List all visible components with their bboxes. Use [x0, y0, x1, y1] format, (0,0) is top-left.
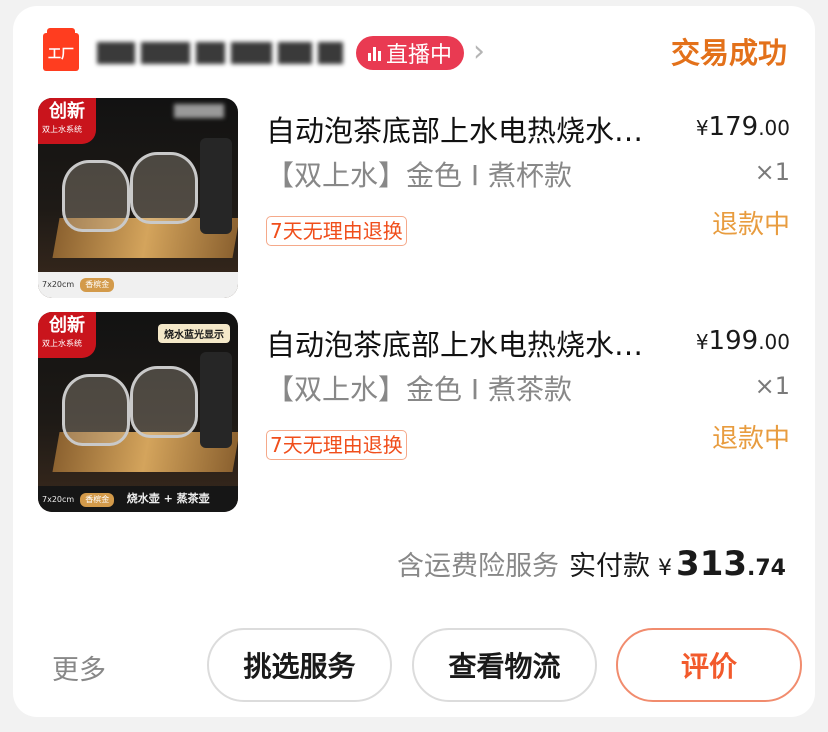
- thumb-badge: 烧水蓝光显示: [158, 324, 230, 343]
- kettle-image: [62, 160, 130, 232]
- total-amount: 313: [676, 544, 748, 584]
- order-item[interactable]: 创新 双上水系统 烧水蓝光显示 7x20cm 香槟金 烧水壶 + 蒸茶壶 自动泡茶底…: [38, 312, 790, 512]
- shipping-insurance-text: 含运费险服务: [397, 551, 560, 582]
- live-badge[interactable]: 直播中: [356, 36, 464, 70]
- more-link[interactable]: 更多: [52, 648, 106, 687]
- select-service-button[interactable]: 挑选服务: [207, 628, 392, 702]
- paid-label: 实付款: [569, 551, 651, 582]
- item-title[interactable]: 自动泡茶底部上水电热烧水…: [266, 322, 686, 364]
- live-bars-icon: [367, 45, 381, 61]
- order-card: 工厂 直播中 › 交易成功 创新 双上水系统 7x20cm 香槟金 自动泡茶底部上水…: [13, 6, 815, 717]
- shop-logo-text: 工厂: [47, 46, 74, 62]
- item-title[interactable]: 自动泡茶底部上水电热烧水…: [266, 108, 686, 150]
- product-thumbnail[interactable]: 创新 双上水系统 烧水蓝光显示 7x20cm 香槟金 烧水壶 + 蒸茶壶: [38, 312, 238, 512]
- shop-logo[interactable]: 工厂: [43, 28, 79, 71]
- thumb-footer: 7x20cm 香槟金: [38, 272, 238, 298]
- refund-status[interactable]: 退款中: [712, 418, 790, 455]
- item-quantity: ×1: [754, 372, 790, 400]
- live-badge-label: 直播中: [385, 43, 452, 68]
- product-thumbnail[interactable]: 创新 双上水系统 7x20cm 香槟金: [38, 98, 238, 298]
- kettle-image: [130, 366, 198, 438]
- thumb-footer: 7x20cm 香槟金 烧水壶 + 蒸茶壶: [38, 486, 238, 512]
- review-button[interactable]: 评价: [616, 628, 802, 702]
- chevron-right-icon[interactable]: ›: [473, 34, 485, 69]
- view-logistics-button[interactable]: 查看物流: [412, 628, 597, 702]
- shop-name-redacted[interactable]: [97, 34, 343, 72]
- item-spec: 【双上水】金色 I 煮杯款: [266, 159, 573, 192]
- kettle-image: [62, 374, 130, 446]
- item-price: ¥179.00: [695, 112, 790, 142]
- thumb-control-panel: [200, 352, 232, 448]
- return-policy-tag: 7天无理由退换: [266, 216, 407, 246]
- return-policy-tag: 7天无理由退换: [266, 430, 407, 460]
- refund-status[interactable]: 退款中: [712, 204, 790, 241]
- thumb-tag: 创新 双上水系统: [38, 98, 96, 144]
- order-status: 交易成功: [670, 36, 787, 70]
- item-quantity: ×1: [754, 158, 790, 186]
- item-spec: 【双上水】金色 I 煮茶款: [266, 373, 573, 406]
- total-decimal: .74: [747, 556, 786, 581]
- order-item[interactable]: 创新 双上水系统 7x20cm 香槟金 自动泡茶底部上水电热烧水… 【双上水】金色 …: [38, 98, 790, 298]
- total-currency: ¥: [658, 556, 673, 581]
- order-summary: 含运费险服务 实付款 ¥ 313 .74: [397, 544, 786, 588]
- thumb-tag: 创新 双上水系统: [38, 312, 96, 358]
- thumb-control-panel: [200, 138, 232, 234]
- thumb-redacted-text: [174, 104, 224, 118]
- kettle-image: [130, 152, 198, 224]
- item-price: ¥199.00: [695, 326, 790, 356]
